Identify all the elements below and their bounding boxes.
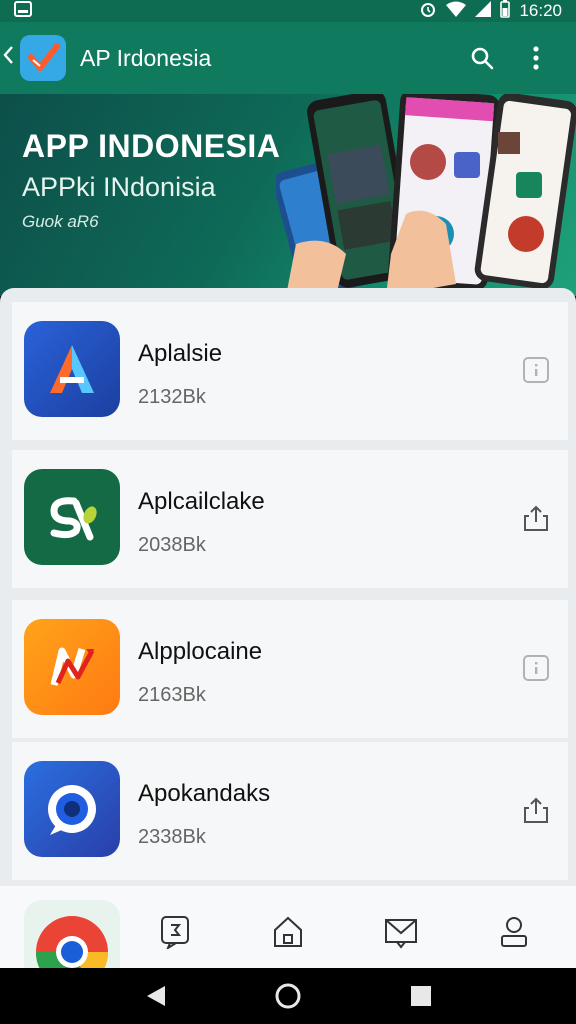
- mail-icon[interactable]: [383, 912, 419, 952]
- app-size: 2338Bk: [138, 826, 206, 848]
- banner-subtitle: APPki INdonisia: [22, 172, 216, 202]
- app-logo-a-icon: [24, 321, 120, 417]
- list-item[interactable]: Apokandaks 2338Bk: [12, 742, 568, 880]
- search-icon[interactable]: [462, 38, 502, 78]
- app-logo-n-icon: [24, 619, 120, 715]
- banner-phones-illustration: [276, 94, 576, 296]
- list-item[interactable]: Alpplocaine 2163Bk: [12, 600, 568, 738]
- app-logo-o-icon: [24, 761, 120, 857]
- app-name: Aplalsie: [138, 340, 223, 367]
- battery-icon: [500, 0, 511, 23]
- profile-icon[interactable]: [496, 912, 532, 952]
- back-chevron-icon[interactable]: [2, 45, 18, 71]
- share-icon[interactable]: [520, 502, 552, 534]
- home-circle-icon[interactable]: [272, 980, 304, 1012]
- app-size: 2163Bk: [138, 684, 206, 706]
- app-size: 2038Bk: [138, 534, 206, 556]
- share-icon[interactable]: [520, 794, 552, 826]
- alarm-icon: [419, 0, 437, 23]
- clock-time: 16:20: [519, 1, 562, 20]
- image-icon: [14, 0, 32, 22]
- back-icon[interactable]: [140, 980, 172, 1012]
- recents-icon[interactable]: [405, 980, 437, 1012]
- system-nav-bar: [0, 968, 576, 1024]
- app-name: Apokandaks: [138, 780, 271, 807]
- apps-list: Aplalsie 2132Bk Aplcailclake 2038Bk Alpp…: [0, 288, 576, 968]
- overflow-menu-icon[interactable]: [516, 38, 556, 78]
- app-bar: AP Irdonesia: [0, 22, 576, 94]
- info-icon[interactable]: [520, 354, 552, 386]
- app-size: 2132Bk: [138, 386, 206, 408]
- app-logo-check-icon: [20, 35, 66, 81]
- hero-banner: APP INDONESIA APPki INdonisia Guok aR6: [0, 94, 576, 296]
- home-icon[interactable]: [270, 912, 306, 952]
- status-bar: 16:20: [0, 0, 576, 22]
- chat-icon[interactable]: [157, 912, 193, 952]
- app-name: Aplcailclake: [138, 488, 265, 515]
- list-item[interactable]: Aplalsie 2132Bk: [12, 302, 568, 440]
- app-title: AP Irdonesia: [80, 44, 212, 71]
- app-logo-s-icon: [24, 469, 120, 565]
- list-item[interactable]: Aplcailclake 2038Bk: [12, 450, 568, 588]
- banner-title: APP INDONESIA: [22, 128, 281, 164]
- signal-icon: [475, 0, 492, 22]
- bottom-tab-bar: [0, 886, 576, 996]
- app-name: Alpplocaine: [138, 638, 263, 665]
- banner-tagline: Guok aR6: [22, 212, 99, 231]
- wifi-icon: [446, 1, 467, 22]
- info-icon[interactable]: [520, 652, 552, 684]
